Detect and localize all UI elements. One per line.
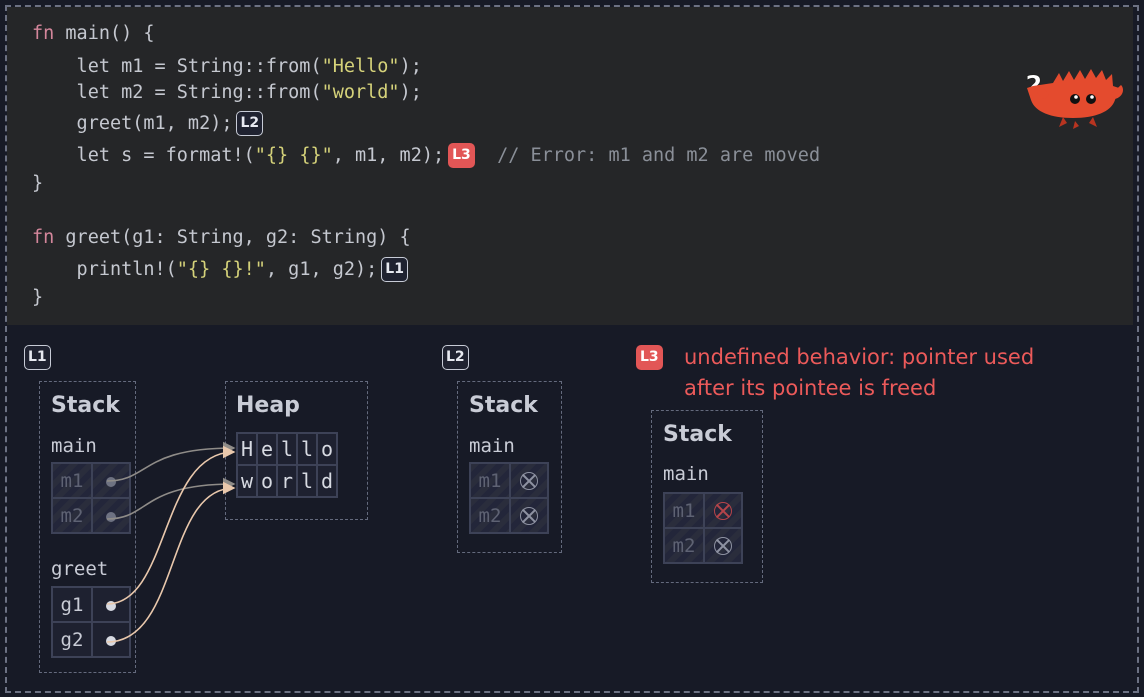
var-m2: m2 bbox=[663, 527, 705, 564]
l3-main-frame-label: main bbox=[663, 463, 709, 485]
panel-label-l2: L2 bbox=[442, 345, 469, 370]
l3-stack-title: Stack bbox=[663, 422, 732, 447]
l2-main-frame: m1 m2 bbox=[469, 462, 549, 534]
panel-label-l3: L3 bbox=[636, 345, 663, 370]
stack-row: m2 bbox=[469, 497, 549, 534]
moved-icon bbox=[509, 497, 549, 534]
arrow-g1-to-hello bbox=[106, 445, 236, 605]
arrow-m1-to-hello bbox=[106, 441, 236, 482]
invalid-pointer-icon bbox=[703, 492, 743, 529]
stack-row: m2 bbox=[663, 527, 743, 564]
var-m2: m2 bbox=[469, 497, 511, 534]
stack-row: m1 bbox=[469, 462, 549, 499]
moved-icon bbox=[703, 527, 743, 564]
undefined-behavior-message: undefined behavior: pointer used after i… bbox=[684, 345, 1035, 400]
l3-main-frame: m1 m2 bbox=[663, 492, 743, 564]
var-m1: m1 bbox=[663, 492, 705, 529]
l2-main-frame-label: main bbox=[469, 435, 515, 457]
moved-icon bbox=[509, 462, 549, 499]
stack-row: m1 bbox=[663, 492, 743, 529]
arrow-g2-to-world bbox=[106, 481, 236, 643]
arrow-m2-to-world bbox=[106, 477, 236, 520]
l2-stack-title: Stack bbox=[469, 393, 538, 418]
var-m1: m1 bbox=[469, 462, 511, 499]
